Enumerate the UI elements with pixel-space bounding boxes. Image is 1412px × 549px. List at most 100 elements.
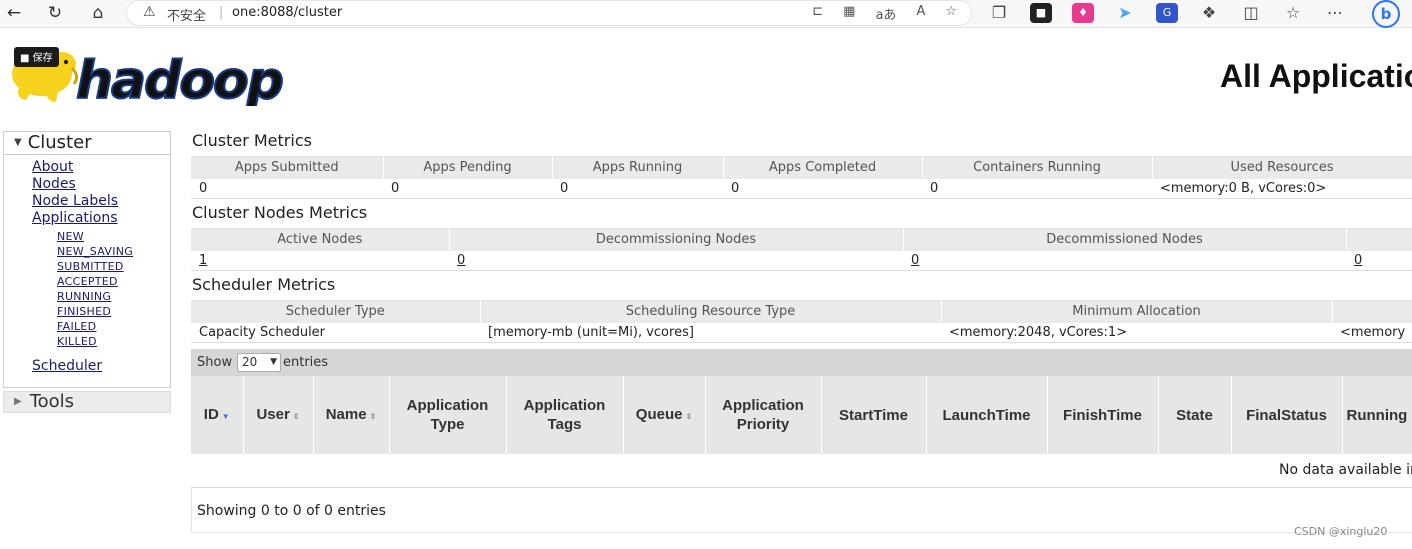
column-launch-time[interactable]: LaunchTime (926, 376, 1048, 454)
column-finish-time[interactable]: FinishTime (1047, 376, 1159, 454)
immersive-reader-icon[interactable]: ⊏ (812, 4, 823, 23)
column-running-containers[interactable]: Running Containers (1342, 376, 1412, 454)
watermark: CSDN @xinglu20 (1294, 525, 1388, 538)
browser-toolbar: ← ↻ ⌂ ⚠ 不安全 | one:8088/cluster ⊏ ▦ aあ A … (0, 0, 1412, 28)
header-scheduling-resource-type: Scheduling Resource Type (480, 300, 942, 323)
favorites-list-icon[interactable]: ☆ (1282, 3, 1304, 23)
sidebar-link-applications[interactable]: Applications (32, 210, 170, 227)
show-label: Show (197, 355, 233, 370)
address-separator: | (219, 5, 224, 20)
column-start-time[interactable]: StartTime (821, 376, 927, 454)
link-decommissioned-nodes[interactable]: 0 (903, 250, 1346, 271)
sidebar-state-finished[interactable]: FINISHED (57, 305, 170, 320)
extension-3-icon[interactable]: ➤ (1114, 3, 1136, 23)
collections-icon[interactable]: ❐ (988, 3, 1010, 23)
scheduler-metrics-table: Scheduler Type Scheduling Resource Type … (191, 300, 1412, 343)
column-application-tags[interactable]: Application Tags (506, 376, 624, 454)
bing-copilot-icon[interactable]: b (1372, 0, 1400, 28)
extension-1-icon[interactable]: ■ (1030, 3, 1052, 23)
applications-table: ID ▼ User ⇕ Name ⇕ Application Type Applica… (191, 376, 1412, 454)
logo-wordmark: hadoop (76, 51, 283, 106)
cluster-metrics-title: Cluster Metrics (192, 131, 312, 150)
value-apps-completed: 0 (723, 178, 922, 199)
sidebar-link-node-labels[interactable]: Node Labels (32, 193, 170, 210)
sort-icon: ⇕ (292, 411, 300, 421)
read-aloud-icon[interactable]: A (916, 4, 925, 23)
nodes-metrics-title: Cluster Nodes Metrics (192, 203, 368, 222)
extension-2-icon[interactable]: ♦ (1072, 3, 1094, 23)
column-user[interactable]: User ⇕ (243, 376, 314, 454)
collapse-triangle-icon: ▼ (14, 137, 22, 148)
sidebar-link-scheduler[interactable]: Scheduler (32, 358, 170, 375)
sidebar-state-new[interactable]: NEW (57, 230, 170, 245)
sidebar-link-nodes[interactable]: Nodes (32, 176, 170, 193)
table-length-bar: Show 20 ▼ entries (191, 349, 1412, 376)
home-icon[interactable]: ⌂ (86, 2, 110, 24)
extensions-puzzle-icon[interactable]: ❖ (1198, 3, 1220, 23)
chevron-down-icon: ▼ (270, 357, 277, 367)
header-minimum-allocation: Minimum Allocation (941, 300, 1333, 323)
value-scheduling-resource-type: [memory-mb (unit=Mi), vcores] (480, 322, 941, 343)
column-id[interactable]: ID ▼ (191, 376, 244, 454)
cluster-section-header[interactable]: ▼ Cluster (3, 131, 171, 155)
header-active-nodes: Active Nodes (191, 228, 450, 251)
column-application-priority[interactable]: Application Priority (705, 376, 822, 454)
entries-label: entries (283, 355, 329, 370)
save-badge[interactable]: ■ 保存 (14, 47, 59, 67)
value-apps-submitted: 0 (191, 178, 383, 199)
sidebar-state-accepted[interactable]: ACCEPTED (57, 275, 170, 290)
sidebar-state-killed[interactable]: KILLED (57, 335, 170, 350)
sidebar-state-running[interactable]: RUNNING (57, 290, 170, 305)
reload-icon[interactable]: ↻ (43, 2, 67, 24)
cluster-metrics-table: Apps Submitted Apps Pending Apps Running… (191, 156, 1412, 199)
sidebar: ▼ Cluster About Nodes Node Labels Applica… (3, 131, 171, 413)
page-title: All Applications (1220, 58, 1412, 94)
address-bar[interactable]: ⚠ 不安全 | one:8088/cluster ⊏ ▦ aあ A ☆ (126, 0, 972, 26)
header-apps-pending: Apps Pending (383, 156, 553, 179)
page-size-select[interactable]: 20 ▼ (237, 353, 281, 372)
link-decommissioning-nodes[interactable]: 0 (449, 250, 903, 271)
back-icon[interactable]: ← (2, 2, 26, 24)
column-application-type[interactable]: Application Type (389, 376, 507, 454)
value-scheduler-extra: <memory (1332, 322, 1412, 343)
column-queue[interactable]: Queue ⇕ (623, 376, 706, 454)
translate-icon[interactable]: aあ (875, 4, 896, 23)
sidebar-link-about[interactable]: About (32, 159, 170, 176)
header-decommissioned-nodes: Decommissioned Nodes (903, 228, 1347, 251)
header-containers-running: Containers Running (922, 156, 1153, 179)
warning-icon: ⚠ (143, 4, 156, 20)
extension-4-icon[interactable]: G (1156, 3, 1178, 23)
sidebar-state-submitted[interactable]: SUBMITTED (57, 260, 170, 275)
value-minimum-allocation: <memory:2048, vCores:1> (941, 322, 1332, 343)
more-options-icon[interactable]: ⋯ (1324, 3, 1346, 23)
favorite-star-icon[interactable]: ☆ (945, 4, 957, 23)
link-active-nodes[interactable]: 1 (191, 250, 449, 271)
sort-desc-icon: ▼ (221, 411, 230, 421)
value-apps-running: 0 (552, 178, 723, 199)
value-containers-running: 0 (922, 178, 1152, 199)
tools-section-header[interactable]: ▶ Tools (3, 391, 171, 413)
column-name[interactable]: Name ⇕ (313, 376, 390, 454)
header-used-resources: Used Resources (1152, 156, 1412, 179)
header-apps-running: Apps Running (552, 156, 724, 179)
sort-icon: ⇕ (685, 411, 693, 421)
scheduler-metrics-title: Scheduler Metrics (192, 275, 336, 294)
header-apps-submitted: Apps Submitted (191, 156, 384, 179)
showing-entries-info: Showing 0 to 0 of 0 entries (197, 503, 386, 519)
sidebar-state-failed[interactable]: FAILED (57, 320, 170, 335)
sidebar-state-new-saving[interactable]: NEW_SAVING (57, 245, 170, 260)
link-nodes-extra[interactable]: 0 (1346, 250, 1412, 271)
header-scheduler-type: Scheduler Type (191, 300, 481, 323)
url-text[interactable]: one:8088/cluster (232, 5, 342, 20)
empty-table-row: No data available in table (191, 454, 1412, 488)
no-data-message: No data available in table (1279, 462, 1412, 478)
header-decommissioning-nodes: Decommissioning Nodes (449, 228, 904, 251)
value-apps-pending: 0 (383, 178, 552, 199)
column-state[interactable]: State (1158, 376, 1232, 454)
column-final-status[interactable]: FinalStatus (1231, 376, 1343, 454)
value-used-resources: <memory:0 B, vCores:0> (1152, 178, 1412, 199)
split-screen-icon[interactable]: ◫ (1240, 3, 1262, 23)
value-scheduler-type: Capacity Scheduler (191, 322, 480, 343)
header-scheduler-extra (1332, 300, 1412, 323)
qr-code-icon[interactable]: ▦ (843, 4, 855, 23)
